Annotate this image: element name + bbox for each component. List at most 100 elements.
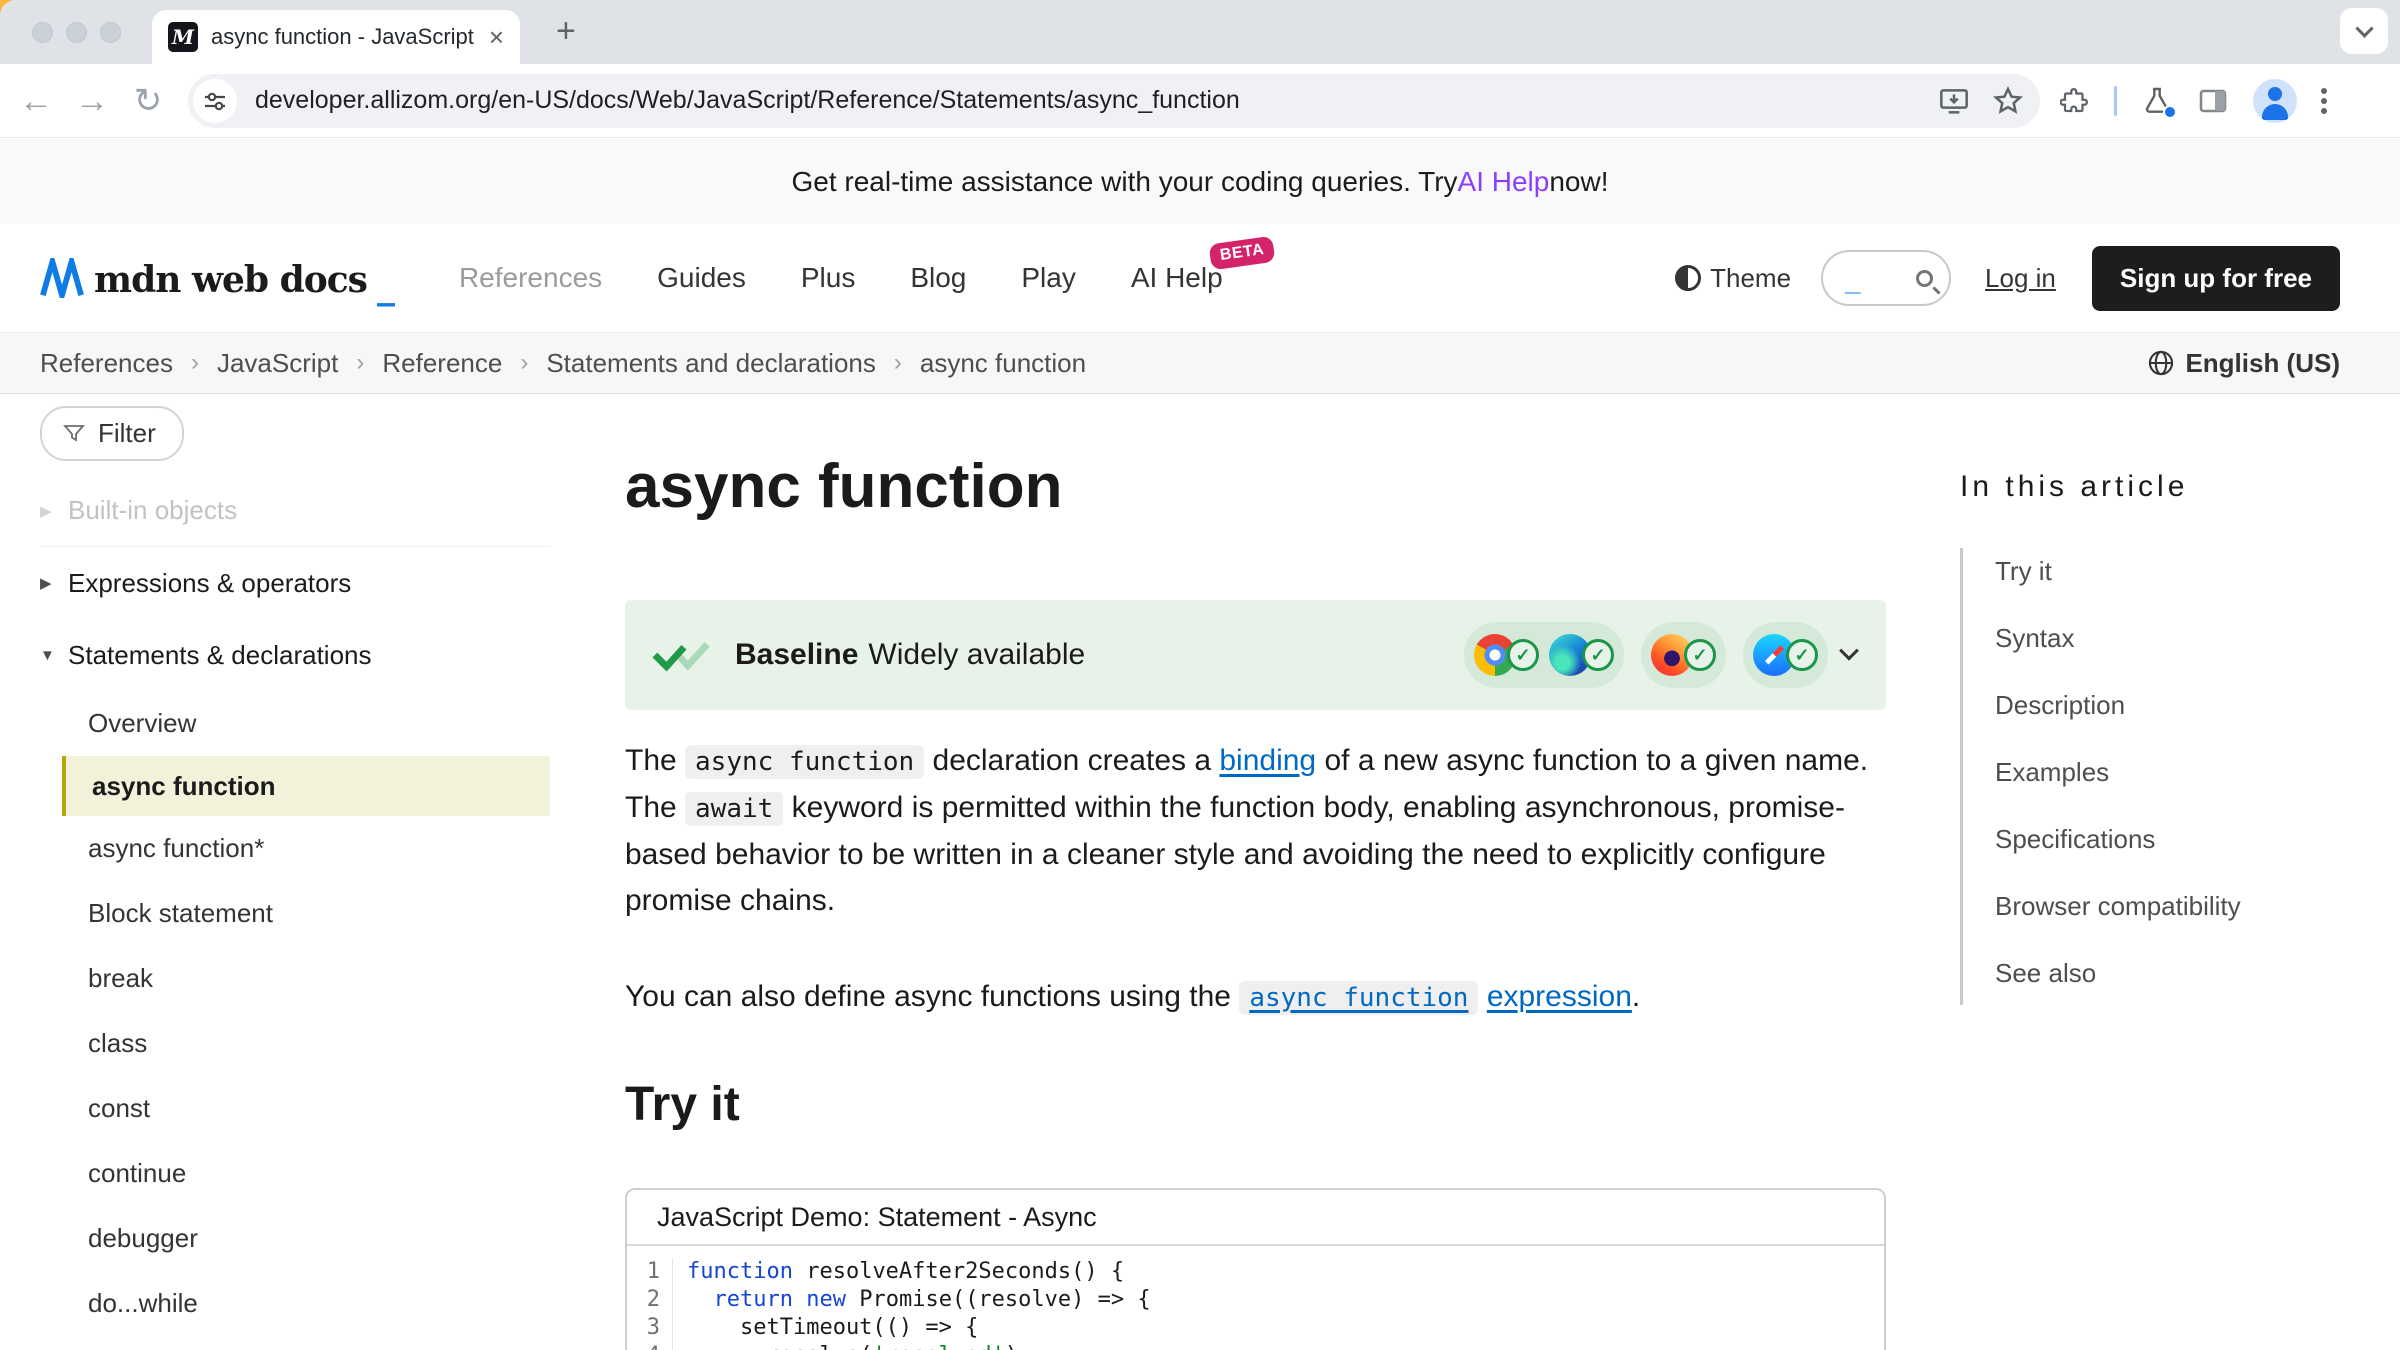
sidebar-section-expressions-operators[interactable]: ▶Expressions & operators xyxy=(40,547,550,619)
browser-tab[interactable]: M async function - JavaScript | × xyxy=(152,10,520,64)
link-expression[interactable]: expression xyxy=(1487,980,1632,1013)
baseline-expand-chevron-icon[interactable] xyxy=(1839,641,1859,661)
forward-button[interactable]: → xyxy=(64,84,120,118)
code-line: 4 resolve('resolved'); xyxy=(627,1342,1884,1350)
link-binding[interactable]: binding xyxy=(1219,744,1316,777)
filter-label: Filter xyxy=(98,418,156,449)
minimize-window-button[interactable] xyxy=(66,22,87,43)
sidebar-item-class[interactable]: class xyxy=(40,1011,550,1076)
search-input[interactable]: _ xyxy=(1821,250,1951,306)
promo-text-before: Get real-time assistance with your codin… xyxy=(791,166,1457,198)
toc-item-browser-compatibility[interactable]: Browser compatibility xyxy=(1963,891,2360,922)
breadcrumb-item-async-function[interactable]: async function xyxy=(920,348,1086,379)
sidebar-section-statements-declarations[interactable]: ▼Statements & declarations xyxy=(40,619,550,691)
check-icon: ✓ xyxy=(1684,639,1716,671)
toc-item-examples[interactable]: Examples xyxy=(1963,757,2360,788)
breadcrumb-separator: › xyxy=(191,349,199,377)
token: return xyxy=(714,1287,793,1312)
signup-button[interactable]: Sign up for free xyxy=(2092,246,2340,311)
toc-item-try-it[interactable]: Try it xyxy=(1963,556,2360,587)
theme-icon xyxy=(1675,265,1701,291)
breadcrumb-item-references[interactable]: References xyxy=(40,348,173,379)
search-cursor: _ xyxy=(1845,275,1861,304)
toc-item-description[interactable]: Description xyxy=(1963,690,2360,721)
sidebar-item-const[interactable]: const xyxy=(40,1076,550,1141)
extensions-icon[interactable] xyxy=(2060,86,2090,116)
address-bar[interactable]: developer.allizom.org/en-US/docs/Web/Jav… xyxy=(188,74,2040,128)
check-icon: ✓ xyxy=(1786,639,1818,671)
search-icon[interactable] xyxy=(1916,270,1933,287)
baseline-status: Widely available xyxy=(868,638,1085,671)
mdn-logo[interactable]: mdn web docs _ xyxy=(40,258,395,298)
menu-kebab-icon[interactable] xyxy=(2321,88,2327,94)
check-icon: ✓ xyxy=(1582,639,1614,671)
promo-ai-help-link[interactable]: AI Help xyxy=(1458,166,1550,198)
nav-item-references[interactable]: References xyxy=(459,262,602,294)
toolbar-divider xyxy=(2114,86,2117,116)
sidebar-children: Overviewasync functionasync function*Blo… xyxy=(40,691,550,1350)
breadcrumb-separator: › xyxy=(356,349,364,377)
promo-text-after: now! xyxy=(1549,166,1608,198)
inline-code: async function xyxy=(1239,981,1478,1015)
link-async-function[interactable]: async function xyxy=(1239,980,1478,1013)
sidebar-item-empty-statement[interactable]: Empty statement xyxy=(40,1336,550,1350)
breadcrumb-item-javascript[interactable]: JavaScript xyxy=(217,348,338,379)
new-tab-button[interactable]: + xyxy=(556,12,576,51)
install-app-button[interactable] xyxy=(1938,85,1970,117)
login-link[interactable]: Log in xyxy=(1985,263,2056,294)
theme-toggle[interactable]: Theme xyxy=(1675,263,1791,294)
breadcrumb-item-reference[interactable]: Reference xyxy=(382,348,502,379)
nav-item-ai-help[interactable]: AI HelpBETA xyxy=(1131,262,1223,294)
sidebar-item-break[interactable]: break xyxy=(40,946,550,1011)
nav-item-play[interactable]: Play xyxy=(1021,262,1075,294)
breadcrumb-bar: References›JavaScript›Reference›Statemen… xyxy=(0,332,2400,394)
token: 'resolved' xyxy=(872,1343,1004,1350)
sidebar-section-label: Statements & declarations xyxy=(68,640,372,671)
sidebar-item-debugger[interactable]: debugger xyxy=(40,1206,550,1271)
nav-item-blog[interactable]: Blog xyxy=(910,262,966,294)
line-number: 3 xyxy=(627,1314,673,1342)
article: async function BaselineWidely available … xyxy=(625,394,1886,1350)
zoom-window-button[interactable] xyxy=(100,22,121,43)
back-button[interactable]: ← xyxy=(8,84,64,118)
close-window-button[interactable] xyxy=(32,22,53,43)
reload-button[interactable]: ↻ xyxy=(120,84,176,118)
sidebar-item-overview[interactable]: Overview xyxy=(40,691,550,756)
toc-item-syntax[interactable]: Syntax xyxy=(1963,623,2360,654)
token: new xyxy=(806,1287,846,1312)
browser-support-pill: ✓ xyxy=(1641,622,1726,688)
bookmark-button[interactable] xyxy=(1992,85,2024,117)
experiments-button[interactable] xyxy=(2141,85,2173,117)
sidebar-item-block-statement[interactable]: Block statement xyxy=(40,881,550,946)
nav-item-guides[interactable]: Guides xyxy=(657,262,746,294)
browser-support-edge: ✓ xyxy=(1549,634,1614,676)
profile-avatar[interactable] xyxy=(2253,79,2297,123)
toc-list: Try it Syntax Description Examples Specifica… xyxy=(1960,548,2360,1005)
demo-code-editor[interactable]: 1function resolveAfter2Seconds() {2 retu… xyxy=(627,1246,1884,1350)
code-text: setTimeout(() => { xyxy=(673,1314,978,1342)
sidebar-item-async-function[interactable]: async function* xyxy=(40,816,550,881)
tab-close-icon[interactable]: × xyxy=(489,24,504,50)
filter-button[interactable]: Filter xyxy=(40,406,184,461)
sidebar-item-do-while[interactable]: do...while xyxy=(40,1271,550,1336)
baseline-banner[interactable]: BaselineWidely available ✓✓✓✓ xyxy=(625,600,1886,710)
url-text[interactable]: developer.allizom.org/en-US/docs/Web/Jav… xyxy=(255,86,1916,115)
toc-item-specifications[interactable]: Specifications xyxy=(1963,824,2360,855)
tab-search-button[interactable] xyxy=(2340,8,2388,54)
breadcrumb-item-statements-and-declarations[interactable]: Statements and declarations xyxy=(546,348,876,379)
sidebar-item-async-function[interactable]: async function xyxy=(62,756,550,816)
sidebar-section-built-in-objects[interactable]: ▶Built-in objects xyxy=(40,475,550,547)
install-icon xyxy=(1938,85,1970,117)
mdn-logo-text: mdn web docs xyxy=(94,262,367,298)
side-panel-icon[interactable] xyxy=(2197,85,2229,117)
globe-icon xyxy=(2147,349,2175,377)
notification-dot xyxy=(2163,105,2177,119)
sidebar-item-continue[interactable]: continue xyxy=(40,1141,550,1206)
nav-item-plus[interactable]: Plus xyxy=(801,262,855,294)
token xyxy=(793,1287,806,1312)
code-text: return new Promise((resolve) => { xyxy=(673,1286,1151,1314)
site-settings-button[interactable] xyxy=(193,79,237,123)
toc-item-see-also[interactable]: See also xyxy=(1963,958,2360,989)
language-switcher[interactable]: English (US) xyxy=(2147,348,2340,379)
code-line: 2 return new Promise((resolve) => { xyxy=(627,1286,1884,1314)
